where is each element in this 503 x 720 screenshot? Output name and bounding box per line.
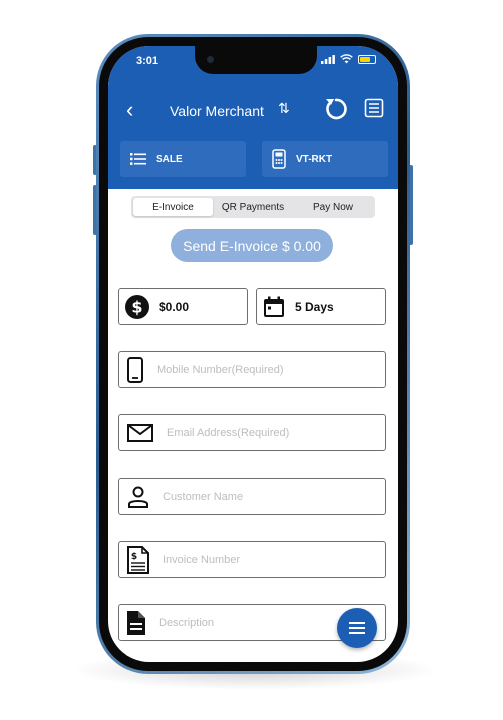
days-value: 5 Days [295,299,334,314]
app-header: 3:01 ‹ Valor Merchant ⇅ SALE VT-RKT [108,46,398,189]
status-time: 3:01 [136,55,159,67]
mobile-number-placeholder: Mobile Number(Required) [157,363,284,376]
tab-pay-now[interactable]: Pay Now [293,198,373,216]
invoice-icon: $ [127,545,149,574]
screen: 3:01 ‹ Valor Merchant ⇅ SALE VT-RKT E-In… [108,46,398,662]
sale-label: SALE [156,153,183,165]
amount-value: $0.00 [159,299,190,314]
phone-bezel: 3:01 ‹ Valor Merchant ⇅ SALE VT-RKT E-In… [99,37,407,671]
document-icon [127,610,145,635]
menu-fab-button[interactable] [337,608,377,648]
camera-icon [207,56,214,63]
hamburger-menu-icon [349,622,365,634]
phone-frame: 3:01 ‹ Valor Merchant ⇅ SALE VT-RKT E-In… [96,34,410,674]
calendar-icon [264,296,284,317]
battery-icon [358,54,376,64]
person-icon [128,486,148,508]
receipt-list-icon[interactable] [364,98,384,118]
refresh-icon[interactable] [323,96,349,122]
terminal-icon [272,149,286,169]
customer-name-placeholder: Customer Name [163,490,244,503]
payment-tabs: E-Invoice QR Payments Pay Now [131,196,375,218]
mobile-number-field[interactable]: Mobile Number(Required) [118,351,386,388]
svg-text:$: $ [131,297,142,316]
nav-bar: ‹ Valor Merchant ⇅ [108,96,398,126]
tab-qr-payments[interactable]: QR Payments [213,198,293,216]
terminal-tile[interactable]: VT-RKT [262,141,388,177]
terminal-label: VT-RKT [296,153,333,165]
list-icon [130,153,146,165]
back-icon[interactable]: ‹ [126,98,133,122]
status-icons [321,54,376,64]
sale-tile[interactable]: SALE [120,141,246,177]
phone-icon [127,356,143,383]
invoice-number-placeholder: Invoice Number [163,553,241,566]
merchant-name[interactable]: Valor Merchant [170,103,264,119]
wifi-icon [340,54,353,64]
email-placeholder: Email Address(Required) [167,426,290,439]
days-field[interactable]: 5 Days [256,288,386,325]
invoice-number-field[interactable]: $ Invoice Number [118,541,386,578]
dollar-icon: $ [125,294,149,319]
notch [195,46,317,74]
send-invoice-button[interactable]: Send E-Invoice $ 0.00 [171,229,333,262]
description-placeholder: Description [159,616,215,629]
mail-icon [127,423,153,442]
svg-text:$: $ [131,552,137,562]
amount-field[interactable]: $ $0.00 [118,288,248,325]
tab-e-invoice[interactable]: E-Invoice [133,198,213,216]
email-field[interactable]: Email Address(Required) [118,414,386,451]
swap-icon[interactable]: ⇅ [278,100,290,117]
signal-icon [321,54,335,64]
customer-name-field[interactable]: Customer Name [118,478,386,515]
